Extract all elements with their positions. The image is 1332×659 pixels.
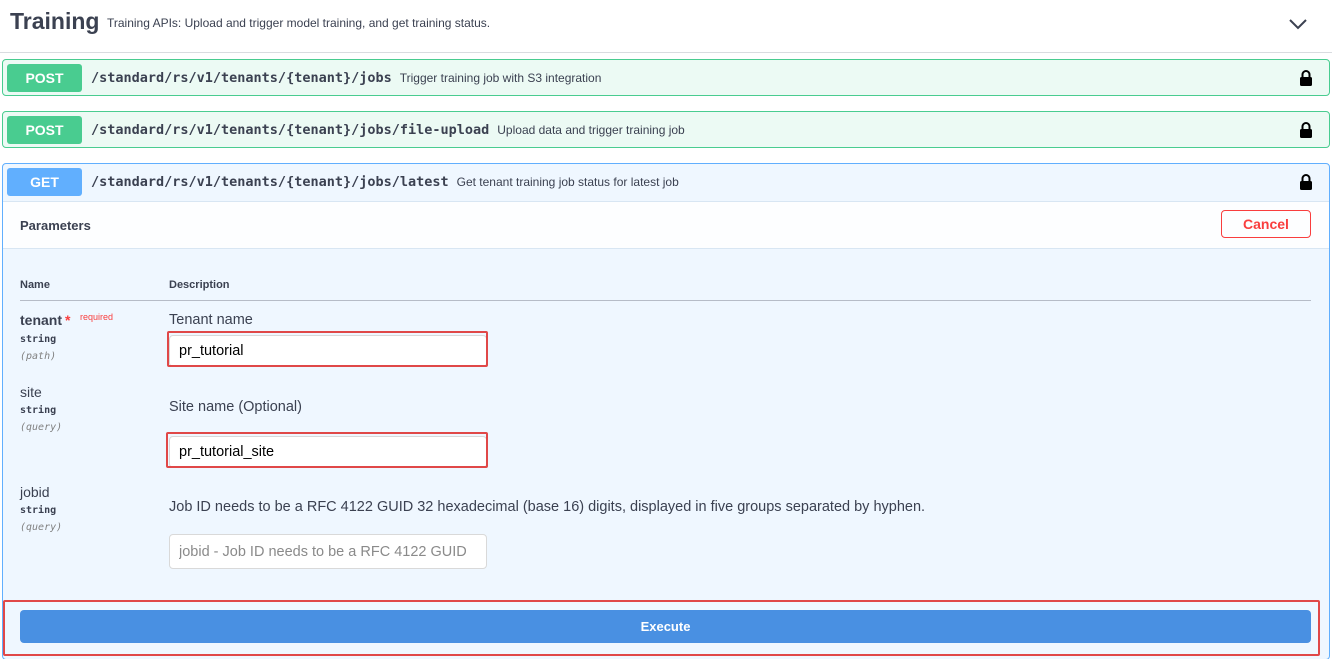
param-type: string [20,334,57,345]
operation-path: /standard/rs/v1/tenants/{tenant}/jobs/la… [91,174,679,190]
jobid-input[interactable] [169,534,487,569]
tenant-input[interactable] [169,335,487,367]
param-name-tenant: tenant * [20,312,71,328]
tag-title: Training [10,8,100,34]
chevron-down-icon[interactable] [1287,13,1309,35]
method-badge: POST [7,116,82,144]
param-location: (query) [20,522,63,533]
parameters-header: Parameters Cancel [3,201,1329,249]
operation-summary[interactable]: POST /standard/rs/v1/tenants/{tenant}/jo… [3,60,1329,97]
method-badge: GET [7,168,82,196]
operation-path: /standard/rs/v1/tenants/{tenant}/jobs/fi… [91,122,685,138]
required-star: * [65,312,71,328]
execute-button[interactable]: Execute [20,610,1311,643]
param-description-jobid: Job ID needs to be a RFC 4122 GUID 32 he… [169,499,926,515]
lock-icon[interactable] [1299,69,1313,87]
operation-summary[interactable]: POST /standard/rs/v1/tenants/{tenant}/jo… [3,112,1329,149]
param-type: string [20,505,57,516]
param-name-jobid: jobid [20,484,50,500]
param-description-site: Site name (Optional) [169,399,302,415]
operation-summary[interactable]: GET /standard/rs/v1/tenants/{tenant}/job… [3,164,1329,201]
operation-post-jobs-file-upload[interactable]: POST /standard/rs/v1/tenants/{tenant}/jo… [2,111,1330,148]
lock-icon[interactable] [1299,173,1313,191]
cancel-button[interactable]: Cancel [1221,210,1311,238]
operation-get-jobs-latest[interactable]: GET /standard/rs/v1/tenants/{tenant}/job… [2,163,1330,659]
param-name-site: site [20,384,42,400]
tag-header-training[interactable]: Training Training APIs: Upload and trigg… [0,0,1332,53]
column-header-name: Name [20,279,50,291]
method-badge: POST [7,64,82,92]
param-description-tenant: Tenant name [169,312,253,328]
site-input[interactable] [169,436,487,468]
operation-summary-text: Upload data and trigger training job [497,123,685,137]
operation-summary-text: Get tenant training job status for lates… [456,175,679,189]
header-divider [20,300,1311,301]
column-header-description: Description [169,279,230,291]
required-label: required [80,312,114,322]
tag-description: Training APIs: Upload and trigger model … [107,16,491,30]
lock-icon[interactable] [1299,121,1313,139]
param-location: (path) [20,351,57,362]
operation-path: /standard/rs/v1/tenants/{tenant}/jobs Tri… [91,70,602,86]
operation-post-jobs[interactable]: POST /standard/rs/v1/tenants/{tenant}/jo… [2,59,1330,96]
operation-summary-text: Trigger training job with S3 integration [399,71,602,85]
parameters-title: Parameters [20,218,91,233]
param-location: (query) [20,422,63,433]
param-type: string [20,405,57,416]
